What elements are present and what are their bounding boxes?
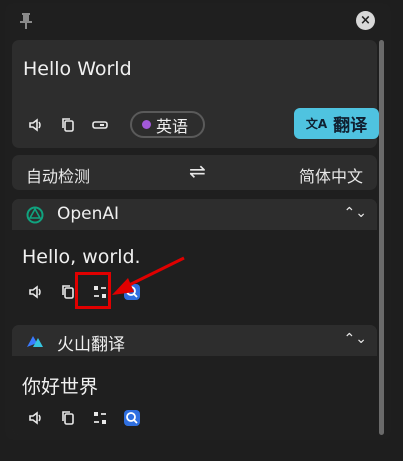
annotation-arrow	[112, 256, 185, 295]
